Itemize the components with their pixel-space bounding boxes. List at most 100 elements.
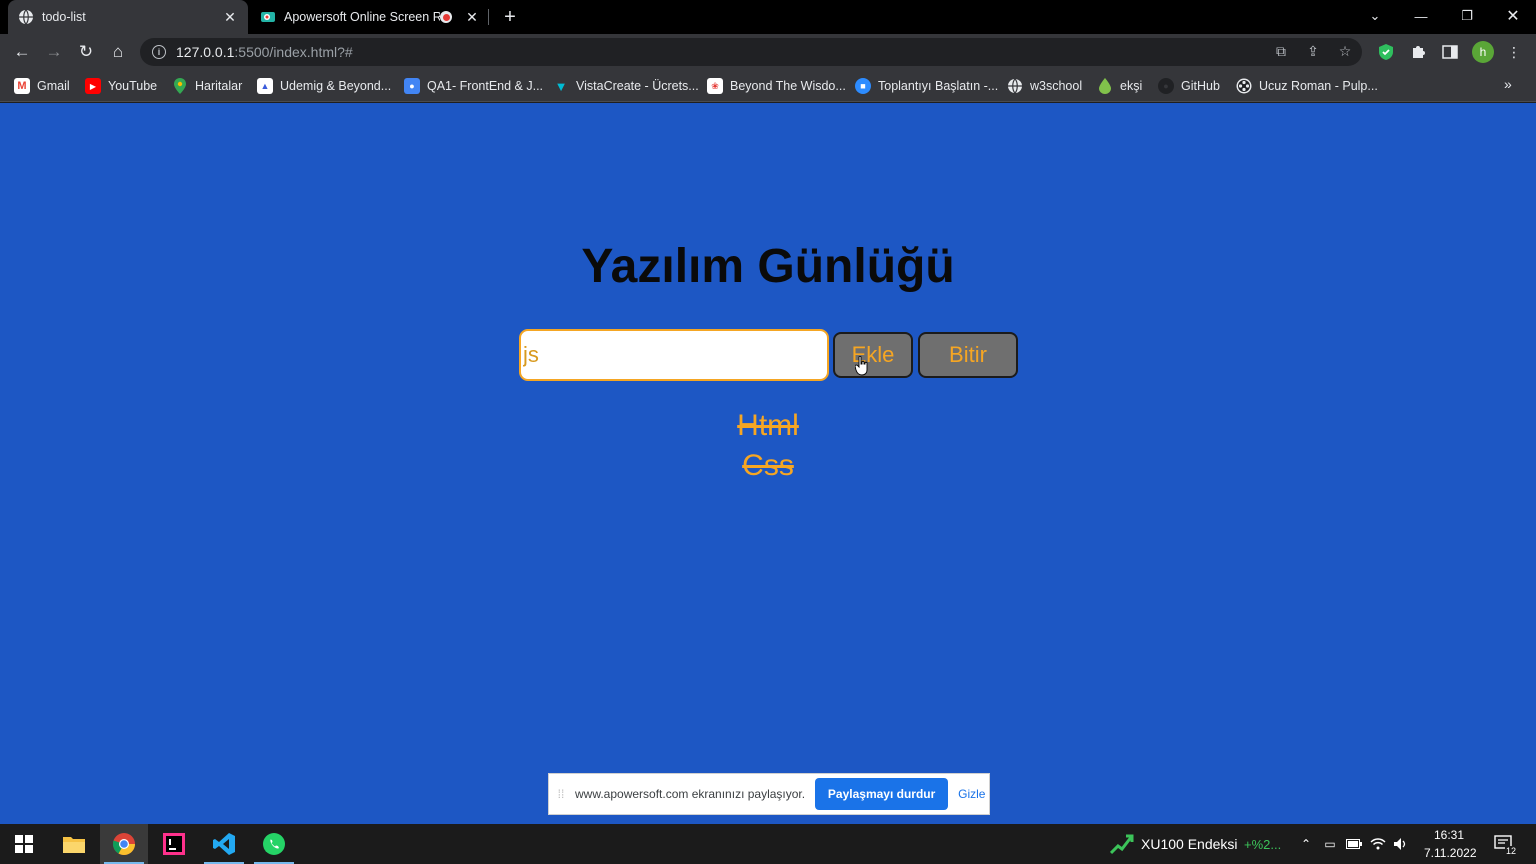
site-info-icon[interactable]: i bbox=[152, 45, 166, 59]
bookmark-label: QA1- FrontEnd & J... bbox=[427, 79, 544, 93]
stock-name[interactable]: XU100 Endeksi bbox=[1141, 836, 1238, 852]
bookmark-eksi[interactable]: ekşi bbox=[1097, 76, 1142, 96]
vscode-icon bbox=[213, 833, 235, 855]
url-host: 127.0.0.1 bbox=[176, 44, 235, 60]
share-icon[interactable]: ⇪ bbox=[1304, 42, 1322, 60]
bookmark-w3school[interactable]: w3school bbox=[1007, 76, 1082, 96]
bookmark-youtube[interactable]: ▶ YouTube bbox=[85, 76, 157, 96]
file-explorer-icon bbox=[63, 837, 85, 853]
share-message: www.apowersoft.com ekranınızı paylaşıyor… bbox=[575, 787, 806, 801]
hand-cursor-icon bbox=[855, 356, 868, 376]
todo-item[interactable]: Css bbox=[0, 446, 1536, 486]
finish-button[interactable]: Bitir bbox=[918, 332, 1018, 378]
bookmark-label: Toplantıyı Başlatın -... bbox=[878, 79, 999, 93]
todo-item[interactable]: Html bbox=[0, 406, 1536, 446]
address-bar[interactable]: i 127.0.0.1:5500/index.html?# bbox=[140, 38, 1362, 66]
minimize-button[interactable]: — bbox=[1398, 0, 1444, 32]
chrome-icon bbox=[112, 833, 135, 855]
chevron-up-icon[interactable]: ⌃ bbox=[1298, 836, 1314, 852]
clock-time[interactable]: 16:31 bbox=[1434, 828, 1464, 842]
bookmark-qa1[interactable]: ● QA1- FrontEnd & J... bbox=[404, 76, 543, 96]
page-viewport: Yazılım Günlüğü Ekle Bitir Html Css ⁞⁞ w… bbox=[0, 103, 1536, 824]
bookmark-vistacreate[interactable]: ▼ VistaCreate - Ücrets... bbox=[553, 76, 699, 96]
beyond-icon: ❀ bbox=[707, 78, 723, 94]
browser-toolbar: ← → ↻ ⌂ i 127.0.0.1:5500/index.html?# ⧉ … bbox=[0, 34, 1536, 70]
bookmark-label: Gmail bbox=[37, 79, 70, 93]
stock-chart-icon[interactable] bbox=[1110, 833, 1134, 855]
add-button[interactable]: Ekle bbox=[833, 332, 913, 378]
hide-button[interactable]: Gizle bbox=[958, 787, 985, 801]
back-button[interactable]: ← bbox=[8, 38, 36, 66]
display-icon[interactable]: ▭ bbox=[1322, 836, 1338, 852]
bookmark-label: w3school bbox=[1030, 79, 1083, 93]
volume-icon[interactable] bbox=[1393, 836, 1409, 852]
wifi-icon[interactable] bbox=[1370, 836, 1386, 852]
bookmark-ucuz-roman[interactable]: Ucuz Roman - Pulp... bbox=[1236, 76, 1378, 96]
battery-icon[interactable] bbox=[1346, 836, 1362, 852]
taskbar-file-explorer[interactable] bbox=[50, 824, 98, 864]
taskbar-intellij[interactable] bbox=[150, 824, 198, 864]
close-tab-icon[interactable]: ✕ bbox=[222, 9, 238, 25]
drag-handle-icon[interactable]: ⁞⁞ bbox=[551, 787, 571, 801]
globe-icon bbox=[18, 9, 34, 25]
bookmark-label: ekşi bbox=[1120, 79, 1143, 93]
bookmark-star-icon[interactable]: ☆ bbox=[1336, 42, 1354, 60]
taskbar-whatsapp[interactable] bbox=[250, 824, 298, 864]
apowersoft-icon bbox=[260, 9, 276, 25]
tab-search-icon[interactable]: ⌄ bbox=[1352, 0, 1398, 32]
eksi-drop-icon bbox=[1097, 78, 1113, 94]
bookmark-label: VistaCreate - Ücrets... bbox=[576, 79, 699, 93]
bookmark-beyond[interactable]: ❀ Beyond The Wisdo... bbox=[707, 76, 846, 96]
todo-input[interactable] bbox=[519, 329, 829, 381]
reload-button[interactable]: ↻ bbox=[72, 38, 100, 66]
bookmark-label: Ucuz Roman - Pulp... bbox=[1259, 79, 1378, 93]
bookmarks-overflow-icon[interactable]: » bbox=[1504, 76, 1512, 92]
translate-icon[interactable]: ⧉ bbox=[1272, 42, 1290, 60]
url-path: :5500/index.html?# bbox=[234, 44, 353, 60]
tab-title: Apowersoft Online Screen Re bbox=[284, 10, 440, 24]
bookmark-github[interactable]: ● GitHub bbox=[1158, 76, 1220, 96]
bookmark-gmail[interactable]: M Gmail bbox=[14, 76, 70, 96]
todo-list: Html Css bbox=[0, 406, 1536, 486]
taskbar-vscode[interactable] bbox=[200, 824, 248, 864]
tab-todo-list[interactable]: todo-list ✕ bbox=[8, 0, 248, 34]
bookmark-label: GitHub bbox=[1181, 79, 1220, 93]
zoom-icon: ■ bbox=[855, 78, 871, 94]
new-tab-button[interactable]: + bbox=[498, 5, 522, 29]
extensions-puzzle-icon[interactable] bbox=[1407, 41, 1429, 63]
screen-share-banner: ⁞⁞ www.apowersoft.com ekranınızı paylaşı… bbox=[548, 773, 990, 815]
notification-count: 12 bbox=[1505, 846, 1518, 856]
home-button[interactable]: ⌂ bbox=[104, 38, 132, 66]
classroom-icon: ● bbox=[404, 78, 420, 94]
clock-date[interactable]: 7.11.2022 bbox=[1424, 846, 1477, 860]
close-tab-icon[interactable]: ✕ bbox=[464, 9, 480, 25]
windows-taskbar: XU100 Endeksi +%2... ⌃ ▭ 16:31 7.11.2022… bbox=[0, 824, 1536, 864]
bookmark-label: Beyond The Wisdo... bbox=[730, 79, 846, 93]
tab-apowersoft[interactable]: Apowersoft Online Screen Re ✕ bbox=[250, 0, 490, 34]
bookmark-haritalar[interactable]: Haritalar bbox=[172, 76, 242, 96]
start-button[interactable] bbox=[0, 824, 48, 864]
vistacreate-icon: ▼ bbox=[554, 78, 568, 94]
whatsapp-icon bbox=[263, 833, 285, 855]
side-panel-icon[interactable] bbox=[1439, 41, 1461, 63]
maps-pin-icon bbox=[172, 78, 188, 94]
shield-extension-icon[interactable] bbox=[1375, 41, 1397, 63]
taskbar-chrome[interactable] bbox=[100, 824, 148, 864]
github-icon: ● bbox=[1158, 78, 1174, 94]
bookmarks-bar: M Gmail ▶ YouTube Haritalar ▲ Udemig & B… bbox=[0, 70, 1536, 102]
close-window-button[interactable]: ✕ bbox=[1490, 0, 1536, 32]
intellij-icon bbox=[163, 833, 185, 855]
recording-icon bbox=[440, 11, 452, 23]
bookmark-label: YouTube bbox=[108, 79, 158, 93]
forward-button[interactable]: → bbox=[40, 38, 68, 66]
tab-strip: todo-list ✕ Apowersoft Online Screen Re … bbox=[0, 0, 1536, 34]
bookmark-label: Udemig & Beyond... bbox=[280, 79, 392, 93]
bookmark-zoom[interactable]: ■ Toplantıyı Başlatın -... bbox=[855, 76, 998, 96]
restore-button[interactable]: ❐ bbox=[1444, 0, 1490, 32]
profile-avatar[interactable]: h bbox=[1472, 41, 1494, 63]
bookmark-udemig[interactable]: ▲ Udemig & Beyond... bbox=[257, 76, 391, 96]
tab-separator bbox=[488, 9, 489, 25]
gmail-icon: M bbox=[14, 78, 30, 94]
stop-sharing-button[interactable]: Paylaşmayı durdur bbox=[815, 778, 949, 810]
menu-kebab-icon[interactable]: ⋮ bbox=[1503, 41, 1525, 63]
